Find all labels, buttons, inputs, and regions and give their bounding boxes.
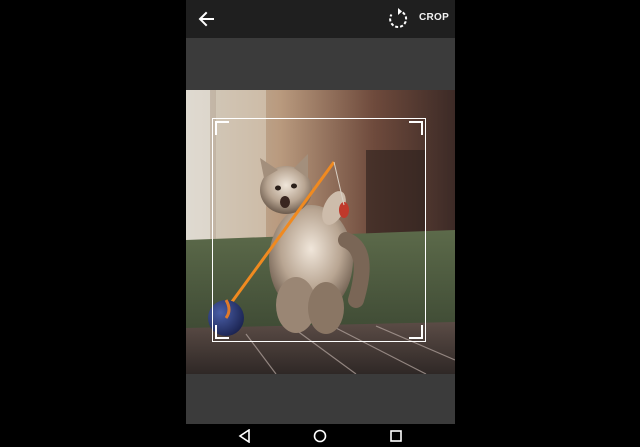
crop-handle-bottom-left[interactable] xyxy=(215,325,229,339)
nav-recents-button[interactable] xyxy=(389,429,403,447)
rotate-icon xyxy=(389,8,408,28)
workspace-bottom xyxy=(186,374,455,424)
crop-handle-bottom-right[interactable] xyxy=(409,325,423,339)
window-light xyxy=(186,90,210,260)
rotate-button[interactable] xyxy=(386,7,410,31)
nav-back-button[interactable] xyxy=(238,428,252,447)
system-nav-bar xyxy=(186,424,455,447)
crop-handle-top-left[interactable] xyxy=(215,121,229,135)
crop-handle-top-right[interactable] xyxy=(409,121,423,135)
crop-button[interactable]: CROP xyxy=(419,12,449,23)
top-app-bar: CROP xyxy=(186,0,455,38)
nav-home-button[interactable] xyxy=(313,429,327,447)
nav-recents-square-icon xyxy=(390,430,402,442)
nav-home-circle-icon xyxy=(313,429,327,443)
crop-frame[interactable] xyxy=(212,118,426,342)
back-button[interactable] xyxy=(196,8,218,30)
arrow-left-icon xyxy=(198,11,214,27)
kitten-photo[interactable] xyxy=(186,90,455,374)
workspace-top xyxy=(186,38,455,90)
crop-screen: CROP xyxy=(186,0,455,447)
nav-back-triangle-icon xyxy=(238,428,250,444)
